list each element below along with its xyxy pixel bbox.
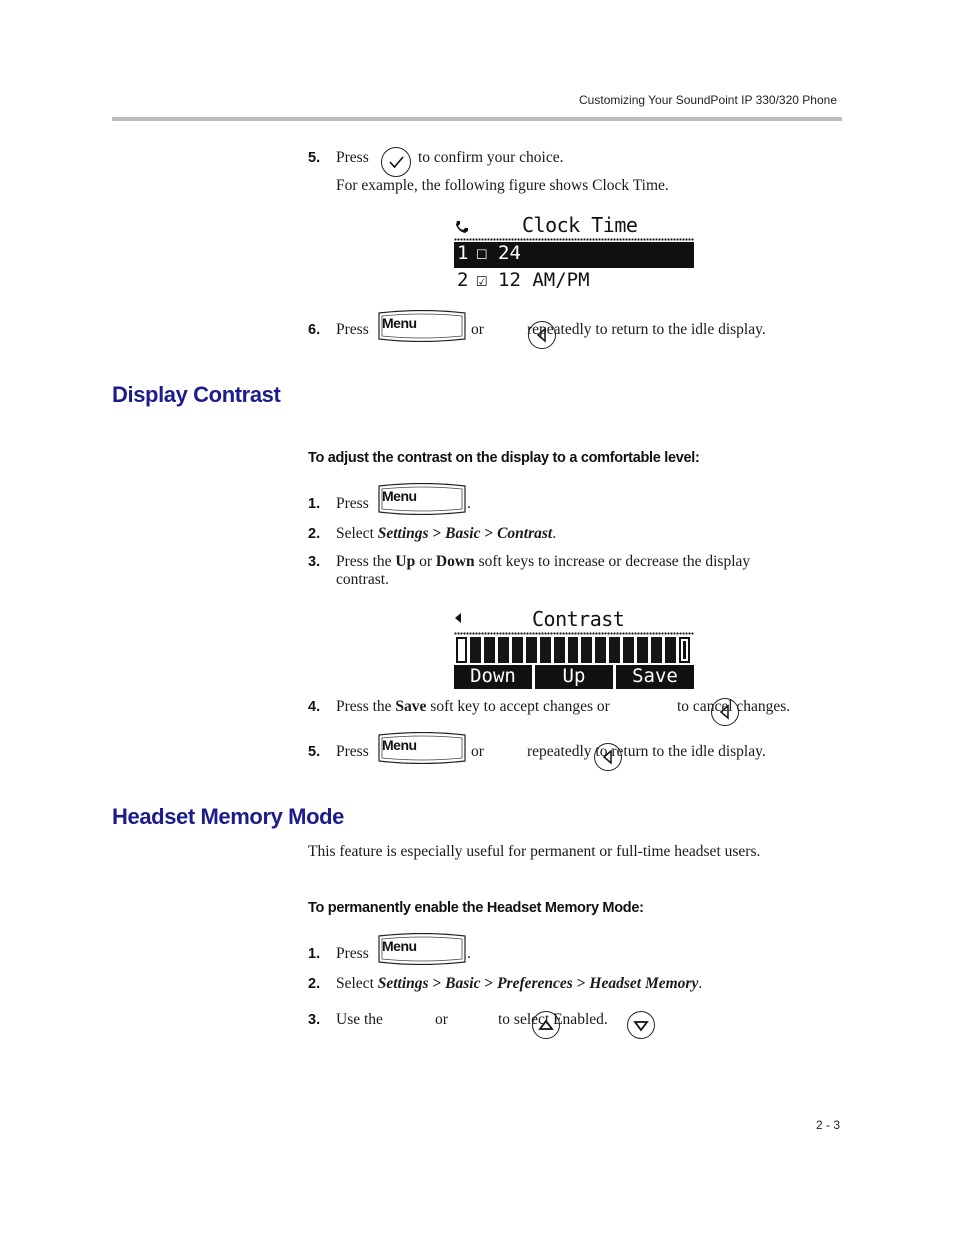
step-text-pre: Press: [336, 149, 369, 166]
lcd-contrast: Contrast Down Up Save: [452, 606, 694, 690]
contrast-bar-cell: [539, 637, 551, 663]
menu-key-icon: Menu: [376, 483, 466, 515]
menu-key-icon: Menu: [376, 933, 466, 965]
step-text: Select Settings > Basic > Preferences > …: [336, 975, 703, 992]
checkbox-checked-icon: ☑: [476, 269, 488, 291]
or-text: or: [471, 321, 484, 338]
step-text-post: to select Enabled.: [498, 1011, 608, 1028]
section-title-display-contrast: Display Contrast: [112, 382, 281, 407]
step-text-post: .: [467, 945, 471, 962]
checkmark-circle-icon: [381, 147, 411, 177]
step-text-post: to cancel changes.: [677, 698, 791, 715]
contrast-bar-cell: [637, 637, 649, 663]
lcd-option-row-selected: 1 ☐ 24: [454, 242, 694, 268]
contrast-bar-cell: [665, 637, 677, 663]
phone-handset-icon: [456, 221, 468, 233]
step-number: 3.: [308, 1012, 321, 1028]
step-text: Select Settings > Basic > Contrast.: [336, 525, 557, 542]
contrast-bar-cell: [469, 637, 481, 663]
step-text: Press: [336, 149, 369, 167]
section-title-headset-memory: Headset Memory Mode: [112, 804, 345, 829]
example-caption: For example, the following figure shows …: [336, 177, 669, 194]
menu-key-icon: Menu: [376, 732, 466, 764]
menu-key-icon: Menu: [376, 310, 466, 342]
lcd-title: Clock Time: [522, 213, 638, 237]
lcd-clock-time: Clock Time 1 ☐ 24 2 ☑ 12 AM/PM: [452, 213, 694, 293]
contrast-bar-cell: [525, 637, 537, 663]
step-number: 1.: [308, 946, 321, 962]
step-text-pre: Press: [336, 743, 369, 760]
step-number: 1.: [308, 496, 321, 512]
step-number: 3.: [308, 554, 321, 570]
contrast-bar-cell: [511, 637, 523, 663]
step-text-pre: Press: [336, 495, 369, 512]
step-text-post: .: [467, 495, 471, 512]
step-number: 6.: [308, 322, 321, 338]
contrast-bar-endcap: [456, 637, 467, 663]
contrast-bar-cell: [595, 637, 607, 663]
step-text-post: repeatedly to return to the idle display…: [527, 743, 766, 760]
intro-paragraph: This feature is especially useful for pe…: [308, 843, 761, 860]
step-number: 4.: [308, 699, 321, 715]
step-text: Press the Up or Down soft keys to increa…: [336, 553, 751, 570]
page-number: 2 - 3: [815, 1118, 840, 1132]
back-arrow-icon: [455, 613, 461, 623]
contrast-bar-cell: [623, 637, 635, 663]
lcd-title: Contrast: [532, 607, 625, 631]
softkey-down: Down: [454, 665, 532, 689]
step-number: 2.: [308, 526, 321, 542]
step-text-pre: Use the: [336, 1011, 383, 1028]
contrast-bar-cell: [497, 637, 509, 663]
contrast-bar-cell: [651, 637, 663, 663]
step-text: Press the Save soft key to accept change…: [336, 698, 610, 715]
step-text-continued: contrast.: [336, 571, 389, 588]
contrast-bar-cell: [581, 637, 593, 663]
softkey-up: Up: [535, 665, 613, 689]
lcd-divider: [454, 632, 694, 635]
running-head: Customizing Your SoundPoint IP 330/320 P…: [579, 93, 837, 107]
contrast-bar-cell: [553, 637, 565, 663]
checkbox-unchecked-icon: ☐: [476, 242, 488, 264]
or-text: or: [435, 1011, 448, 1028]
contrast-bar-cell: [567, 637, 579, 663]
down-arrow-circle-icon: [627, 1011, 656, 1039]
step-number: 5.: [308, 150, 321, 166]
step-number: 2.: [308, 976, 321, 992]
step-number: 5.: [308, 744, 321, 760]
step-text-post: to confirm your choice.: [418, 149, 564, 166]
or-text: or: [471, 743, 484, 760]
procedure-title: To permanently enable the Headset Memory…: [308, 900, 644, 916]
step-text-pre: Press: [336, 321, 369, 338]
step-text-post: repeatedly to return to the idle display…: [527, 321, 766, 338]
lcd-divider: [454, 238, 694, 241]
contrast-bar-endcap: [679, 637, 690, 663]
contrast-bar-cell: [483, 637, 495, 663]
header-rule: [112, 117, 842, 121]
contrast-level-bar: [456, 637, 690, 663]
softkey-save: Save: [616, 665, 694, 689]
procedure-title: To adjust the contrast on the display to…: [308, 450, 700, 466]
lcd-option-row: 2 ☑ 12 AM/PM: [457, 269, 590, 291]
contrast-bar-cell: [609, 637, 621, 663]
step-text-pre: Press: [336, 945, 369, 962]
